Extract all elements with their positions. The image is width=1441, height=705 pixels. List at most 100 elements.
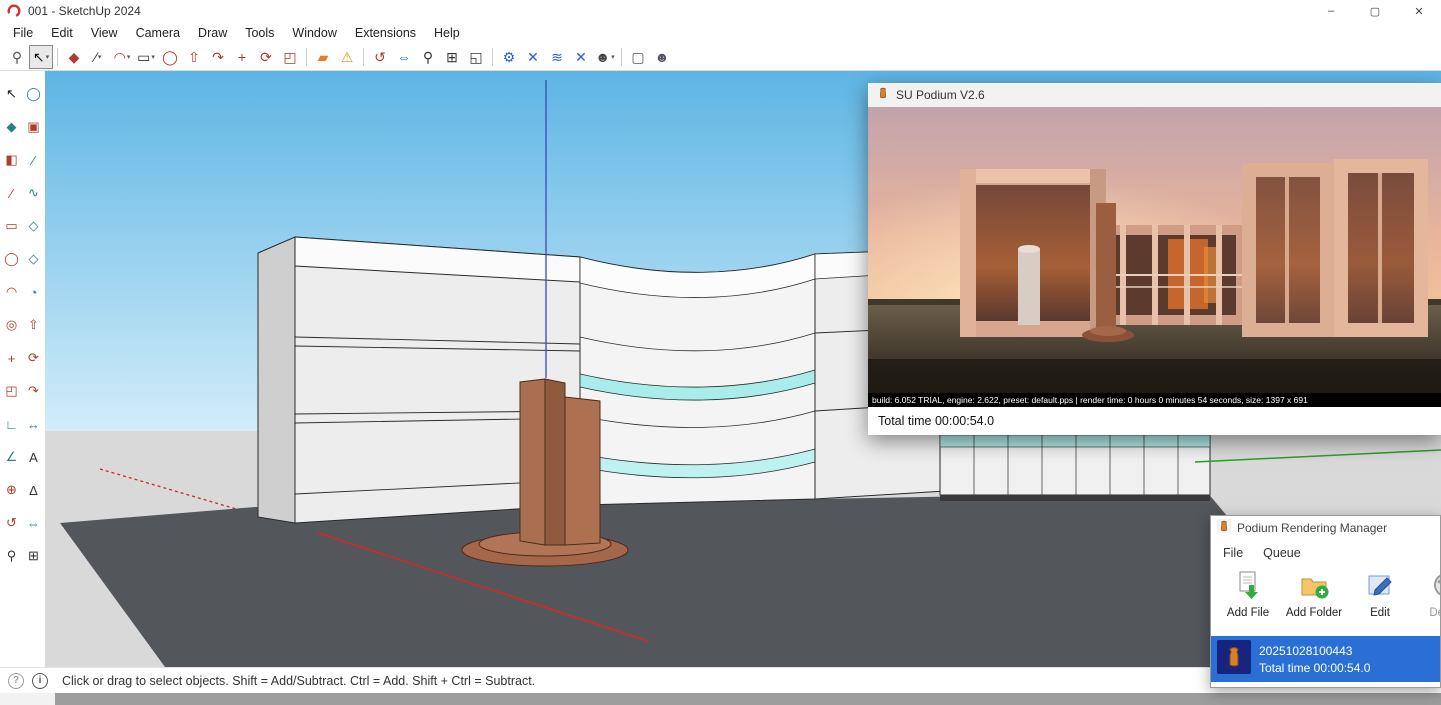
zoom-extents-icon: ◱ xyxy=(469,50,482,64)
menu-view[interactable]: View xyxy=(82,26,127,40)
select-tool-button[interactable]: ↖▾ xyxy=(29,45,53,69)
rotate-palette-button[interactable]: ⟳ xyxy=(23,347,45,369)
push-pull-icon: ⇧ xyxy=(188,50,200,64)
dropdown-caret-icon[interactable]: ▾ xyxy=(151,53,155,61)
dropdown-caret-icon[interactable]: ▾ xyxy=(611,53,615,61)
render-total-time: Total time 00:00:54.0 xyxy=(868,407,1441,435)
zoom-palette-button[interactable]: ⚲ xyxy=(1,545,23,567)
paint-bucket-palette-button[interactable]: ◧ xyxy=(1,149,23,171)
scale-palette-button[interactable]: ◰ xyxy=(1,380,23,402)
dropdown-caret-icon[interactable]: ▾ xyxy=(98,53,102,61)
rotated-rectangle-icon: ◇ xyxy=(29,218,39,234)
freehand-icon: ∿ xyxy=(28,185,39,201)
curved-building xyxy=(580,254,815,505)
orbit-palette-button[interactable]: ↺ xyxy=(1,512,23,534)
new-file-tool-button[interactable]: ▢ xyxy=(626,45,650,69)
line-palette-button[interactable]: ∕ xyxy=(1,182,23,204)
toolbar-separator xyxy=(363,48,364,66)
circle-tool-button[interactable]: ◯ xyxy=(158,45,182,69)
lasso-palette-button[interactable]: ◯ xyxy=(23,83,45,105)
menu-edit[interactable]: Edit xyxy=(42,26,82,40)
push-pull-tool-button[interactable]: ⇧ xyxy=(182,45,206,69)
warning-tool-button[interactable]: ⚠ xyxy=(335,45,359,69)
dimension-palette-button[interactable]: ↔ xyxy=(23,413,45,435)
podium-render-tool-button[interactable]: ✕ xyxy=(521,45,545,69)
menu-draw[interactable]: Draw xyxy=(189,26,236,40)
rectangle-tool-button[interactable]: ▭▾ xyxy=(134,45,158,69)
add-file-button[interactable]: Add File xyxy=(1219,570,1277,619)
follow-me-icon: ↷ xyxy=(28,383,39,399)
geolocation-icon[interactable]: ? xyxy=(8,673,24,689)
eraser-palette-button[interactable]: ◆ xyxy=(1,116,23,138)
rectangle-palette-button[interactable]: ▭ xyxy=(1,215,23,237)
axes-palette-button[interactable]: ⊕ xyxy=(1,479,23,501)
menu-help[interactable]: Help xyxy=(425,26,469,40)
polygon-palette-button[interactable]: ◇ xyxy=(23,248,45,270)
scale-tool-button[interactable]: ◰ xyxy=(278,45,302,69)
sign-in-tool-button[interactable]: ☻ xyxy=(650,45,674,69)
add-folder-button[interactable]: Add Folder xyxy=(1285,570,1343,619)
job-thumbnail-icon xyxy=(1217,640,1251,679)
podium-titlebar[interactable]: SU Podium V2.6 xyxy=(868,83,1441,107)
arc-tool-button[interactable]: ◠▾ xyxy=(110,45,134,69)
stamp-palette-button[interactable]: ▣ xyxy=(23,116,45,138)
rotate-tool-button[interactable]: ⟳ xyxy=(254,45,278,69)
follow-me-tool-button[interactable]: ↷ xyxy=(206,45,230,69)
select-palette-button[interactable]: ↖ xyxy=(1,83,23,105)
dropdown-caret-icon[interactable]: ▾ xyxy=(46,53,50,61)
podium-analyse-tool-button[interactable]: ≋ xyxy=(545,45,569,69)
pie-palette-button[interactable]: ◔ xyxy=(23,281,45,303)
tape-measure-palette-button[interactable]: ∟ xyxy=(1,413,23,435)
sketchup-window: 001 - SketchUp 2024 – ▢ ✕ FileEditViewCa… xyxy=(0,0,1441,705)
info-icon[interactable]: i xyxy=(32,673,48,689)
dropdown-caret-icon[interactable]: ▾ xyxy=(127,53,131,61)
minimize-button[interactable]: – xyxy=(1309,0,1353,22)
manager-titlebar[interactable]: Podium Rendering Manager xyxy=(1211,516,1441,540)
menu-camera[interactable]: Camera xyxy=(127,26,189,40)
edit-button[interactable]: Edit xyxy=(1351,570,1409,619)
pan-tool-button[interactable]: ⇔ xyxy=(392,45,416,69)
rectangle-icon: ▭ xyxy=(5,218,17,234)
move-palette-button[interactable]: + xyxy=(1,347,23,369)
maximize-button[interactable]: ▢ xyxy=(1353,0,1397,22)
text-palette-button[interactable]: A xyxy=(23,446,45,468)
add-folder-icon xyxy=(1299,570,1329,605)
menu-file[interactable]: File xyxy=(4,26,42,40)
offset-palette-button[interactable]: ◎ xyxy=(1,314,23,336)
main-toolbar: ⚲↖▾◆∕▾◠▾▭▾◯⇧↷+⟳◰▰⚠↺⇔⚲⊞◱⚙✕≋✕☻▾▢☻ xyxy=(0,44,1441,71)
pan-icon: ⇔ xyxy=(27,516,40,531)
freehand-palette-button[interactable]: ∿ xyxy=(23,182,45,204)
rotated-rectangle-palette-button[interactable]: ◇ xyxy=(23,215,45,237)
eraser-icon: ◆ xyxy=(69,50,80,64)
manager-menu-queue[interactable]: Queue xyxy=(1263,546,1301,560)
search-tool-button[interactable]: ⚲ xyxy=(5,45,29,69)
circle-icon: ◯ xyxy=(162,50,178,64)
section-plane-tool-button[interactable]: ▰ xyxy=(311,45,335,69)
line-tool-button[interactable]: ∕▾ xyxy=(86,45,110,69)
user-account-tool-button[interactable]: ☻▾ xyxy=(593,45,617,69)
follow-me-palette-button[interactable]: ↷ xyxy=(23,380,45,402)
pan-palette-button[interactable]: ⇔ xyxy=(23,512,45,534)
move-tool-button[interactable]: + xyxy=(230,45,254,69)
protractor-palette-button[interactable]: ∠ xyxy=(1,446,23,468)
3d-text-palette-button[interactable]: Δ xyxy=(23,479,45,501)
push-pull-palette-button[interactable]: ⇧ xyxy=(23,314,45,336)
arc-palette-button[interactable]: ◠ xyxy=(1,281,23,303)
zoom-extents-palette-button[interactable]: ⊞ xyxy=(23,545,45,567)
menu-extensions[interactable]: Extensions xyxy=(346,26,425,40)
zoom-tool-button[interactable]: ⚲ xyxy=(416,45,440,69)
zoom-extents-tool-button[interactable]: ◱ xyxy=(464,45,488,69)
eraser-tool-button[interactable]: ◆ xyxy=(62,45,86,69)
orbit-tool-button[interactable]: ↺ xyxy=(368,45,392,69)
menu-tools[interactable]: Tools xyxy=(236,26,283,40)
podium-settings-tool-button[interactable]: ⚙ xyxy=(497,45,521,69)
circle-palette-button[interactable]: ◯ xyxy=(1,248,23,270)
zoom-window-tool-button[interactable]: ⊞ xyxy=(440,45,464,69)
render-job-row[interactable]: 20251028100443 Total time 00:00:54.0 xyxy=(1211,636,1441,682)
menu-window[interactable]: Window xyxy=(283,26,345,40)
manager-menu-file[interactable]: File xyxy=(1223,546,1243,560)
close-button[interactable]: ✕ xyxy=(1397,0,1441,22)
eyedropper-palette-button[interactable]: ∕ xyxy=(23,149,45,171)
window-title: 001 - SketchUp 2024 xyxy=(28,4,1309,18)
podium-tools-tool-button[interactable]: ✕ xyxy=(569,45,593,69)
